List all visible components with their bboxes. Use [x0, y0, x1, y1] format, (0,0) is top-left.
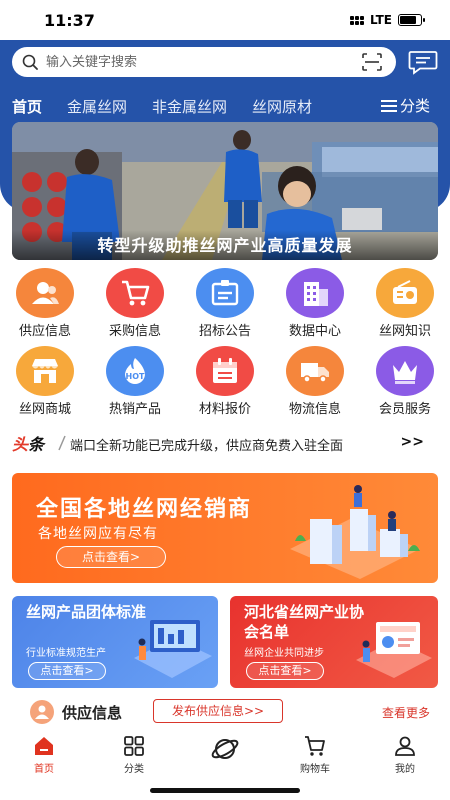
association-illustration: [356, 622, 432, 678]
tabbar-home[interactable]: 首页: [14, 734, 74, 775]
promo-association[interactable]: 河北省丝网产业协会名单 丝网企业共同进步 点击查看>: [230, 596, 438, 688]
store-icon: [16, 346, 74, 396]
supply-user-icon: [30, 700, 54, 724]
supply-section-title: 供应信息: [62, 704, 123, 722]
category-more-label: 分类: [399, 97, 430, 115]
grid-label: 丝网商城: [18, 402, 71, 417]
home-icon: [35, 737, 53, 755]
building-icon: [286, 268, 344, 318]
promo-view-button[interactable]: 点击查看>: [56, 546, 166, 568]
crown-icon: [376, 346, 434, 396]
promo-title: 河北省丝网产业协会名单: [244, 603, 365, 641]
search-icon: [22, 54, 38, 70]
headline-logo-b: 条: [28, 435, 45, 454]
promo-title: 丝网产品团体标准: [26, 603, 147, 621]
tab-label: 我的: [395, 764, 415, 775]
truck-icon: [286, 346, 344, 396]
planet-icon: [211, 739, 239, 759]
grid-label: 物流信息: [288, 402, 341, 417]
status-indicators: LTE: [349, 13, 425, 27]
grid-item-price[interactable]: 材料报价: [180, 346, 270, 417]
promo-view-button[interactable]: 点击查看>: [28, 662, 106, 680]
promo-subtitle: 丝网企业共同进步: [244, 648, 324, 659]
tab-metal-mesh[interactable]: 金属丝网: [67, 96, 127, 117]
hot-icon: HOT: [106, 346, 164, 396]
cart-icon: [305, 736, 325, 756]
search-bar[interactable]: [12, 47, 396, 77]
banner-caption: 转型升级助推丝网产业高质量发展: [97, 236, 353, 255]
bid-icon: [196, 268, 254, 318]
tabbar-discover[interactable]: [195, 734, 255, 774]
grid-item-mall[interactable]: 丝网商城: [0, 346, 90, 417]
category-tabs: 首页 金属丝网 非金属丝网 丝网原材 分类: [12, 94, 438, 118]
grid-item-bidding[interactable]: 招标公告: [180, 268, 270, 339]
tab-label: 购物车: [300, 764, 330, 775]
grid-item-knowledge[interactable]: 丝网知识: [360, 268, 450, 339]
search-input[interactable]: [46, 52, 346, 72]
news-ticker[interactable]: 头条 端口全新功能已完成升级，供应商免费入驻全面 >>: [0, 428, 450, 458]
users-icon: [16, 268, 74, 318]
grid-label: 会员服务: [378, 402, 431, 417]
ticker-separator-icon: [58, 435, 66, 451]
standards-illustration: [134, 620, 212, 678]
supply-section-header: 供应信息 发布供应信息>> 查看更多: [0, 698, 450, 726]
grid-label: 招标公告: [198, 324, 251, 339]
promo-title: 全国各地丝网经销商: [36, 497, 253, 522]
tab-fade: [334, 96, 354, 116]
grid-item-logistics[interactable]: 物流信息: [270, 346, 360, 417]
network-label: LTE: [369, 13, 392, 27]
promo-standards[interactable]: 丝网产品团体标准 行业标准规范生产 点击查看>: [12, 596, 218, 688]
bottom-tabbar: 首页 分类 购物车 我的: [0, 730, 450, 780]
radio-icon: [376, 268, 434, 318]
signal-icon: [349, 15, 364, 25]
tabbar-category[interactable]: 分类: [104, 734, 164, 775]
battery-icon: [398, 14, 425, 26]
grid-item-purchase[interactable]: 采购信息: [90, 268, 180, 339]
grid-label: 采购信息: [108, 324, 161, 339]
user-icon: [395, 736, 415, 756]
news-more-link[interactable]: >>: [401, 434, 424, 450]
scan-icon[interactable]: [362, 53, 382, 71]
tab-nonmetal-mesh[interactable]: 非金属丝网: [152, 96, 227, 117]
grid-label: 热销产品: [108, 402, 161, 417]
tabbar-mine[interactable]: 我的: [375, 734, 435, 775]
grid-item-supply[interactable]: 供应信息: [0, 268, 90, 339]
promo-distributors[interactable]: 全国各地丝网经销商 各地丝网应有尽有 点击查看>: [12, 473, 438, 583]
tab-label: 分类: [124, 764, 144, 775]
category-more-button[interactable]: 分类: [374, 95, 430, 116]
grid-label: 供应信息: [18, 324, 71, 339]
headline-logo: 头条: [12, 431, 44, 455]
hero-banner[interactable]: 转型升级助推丝网产业高质量发展: [12, 122, 438, 260]
promo-view-button[interactable]: 点击查看>: [246, 662, 324, 680]
grid-label: 丝网知识: [378, 324, 431, 339]
grid-item-membership[interactable]: 会员服务: [360, 346, 450, 417]
home-indicator[interactable]: [150, 788, 300, 793]
grid-icon: [124, 736, 144, 756]
promo-subtitle: 各地丝网应有尽有: [38, 526, 158, 542]
message-icon[interactable]: [408, 50, 438, 76]
city-illustration: [290, 485, 420, 579]
publish-supply-button[interactable]: 发布供应信息>>: [153, 699, 283, 723]
list-icon: [380, 99, 397, 112]
grid-item-data-center[interactable]: 数据中心: [270, 268, 360, 339]
tabbar-cart[interactable]: 购物车: [285, 734, 345, 775]
tab-label: 首页: [34, 764, 54, 775]
tab-raw-materials[interactable]: 丝网原材: [252, 96, 312, 117]
grid-item-hot[interactable]: HOT 热销产品: [90, 346, 180, 417]
headline-logo-a: 头: [12, 435, 29, 454]
cart-icon: [106, 268, 164, 318]
status-time: 11:37: [44, 11, 95, 30]
grid-label: 材料报价: [198, 402, 251, 417]
banner-caption-overlay: 转型升级助推丝网产业高质量发展: [12, 230, 438, 260]
news-text: 端口全新功能已完成升级，供应商免费入驻全面: [70, 439, 344, 454]
hot-text: HOT: [126, 372, 145, 381]
tab-home[interactable]: 首页: [12, 96, 42, 117]
status-bar: 11:37 LTE: [0, 0, 450, 40]
supply-view-more-link[interactable]: 查看更多: [382, 704, 430, 721]
calendar-icon: [196, 346, 254, 396]
promo-subtitle: 行业标准规范生产: [26, 648, 106, 659]
grid-label: 数据中心: [288, 324, 341, 339]
